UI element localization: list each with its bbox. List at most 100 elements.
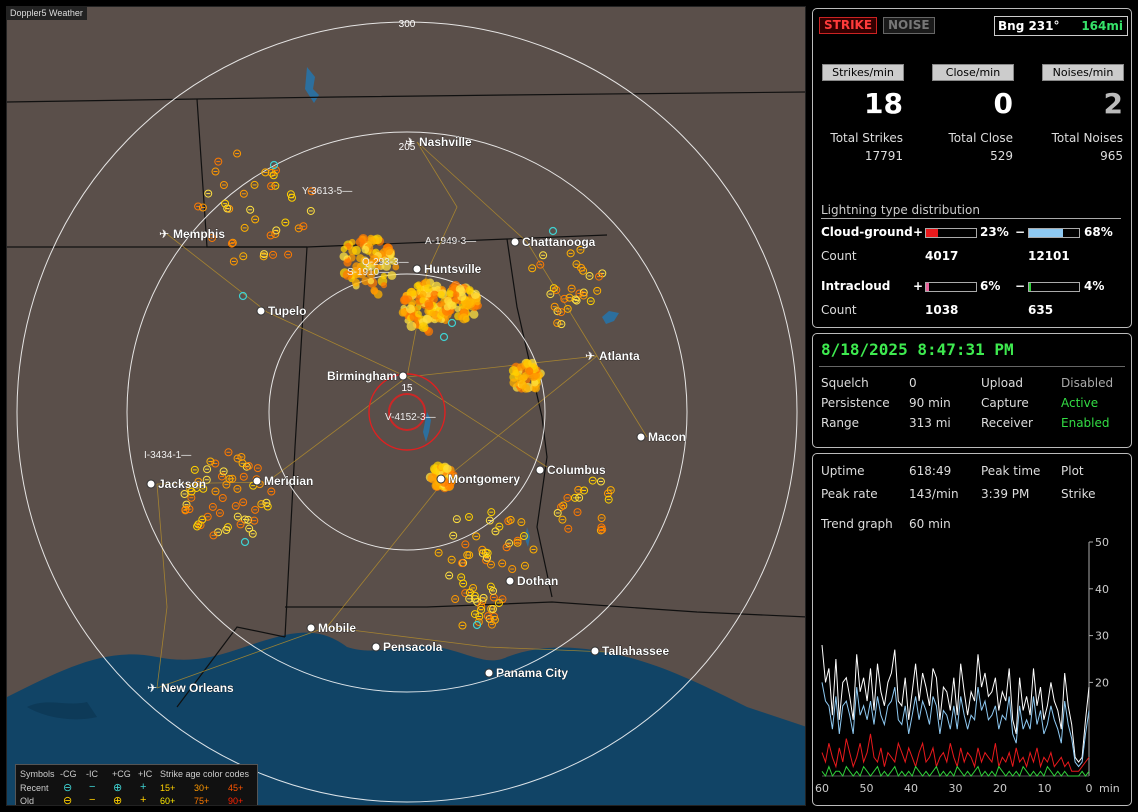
strike-marker bbox=[370, 286, 379, 295]
city-memphis: ✈ Memphis bbox=[159, 227, 226, 242]
y-tick-label: 40 bbox=[1095, 583, 1109, 596]
upload-label: Upload bbox=[981, 376, 1024, 390]
city-pensacola: Pensacola bbox=[371, 640, 443, 654]
city-new-orleans: ✈ New Orleans bbox=[147, 681, 234, 696]
cg-positive-bar bbox=[925, 228, 977, 238]
strikes-per-min-button[interactable]: Strikes/min bbox=[822, 64, 904, 81]
y-tick-label: 50 bbox=[1095, 536, 1109, 549]
city-label: Nashville bbox=[419, 135, 472, 149]
legend-age-15: 15+ bbox=[160, 783, 176, 793]
plot-label: Plot bbox=[1061, 464, 1084, 478]
ic-positive-bar bbox=[925, 282, 977, 292]
strike-marker bbox=[525, 367, 534, 376]
lightning-map[interactable]: 15 205 300 Y-3613-5— A-1949-3— Q-293-3— S-191… bbox=[6, 6, 806, 806]
cg-neg-sign: − bbox=[1015, 225, 1026, 239]
squelch-value: 0 bbox=[909, 376, 917, 390]
airport-icon: ✈ bbox=[585, 349, 595, 363]
city-label: Chattanooga bbox=[522, 235, 596, 249]
upload-value: Disabled bbox=[1061, 376, 1114, 390]
city-jackson: Jackson bbox=[146, 477, 206, 491]
city-dot bbox=[636, 432, 646, 442]
ic-negative-pct: 4% bbox=[1084, 279, 1105, 293]
strike-mode-button[interactable]: STRIKE bbox=[819, 17, 878, 34]
x-tick-label: 20 bbox=[993, 782, 1007, 795]
ic-pos-sign: + bbox=[913, 279, 924, 293]
y-tick-label: 30 bbox=[1095, 630, 1109, 643]
strike-marker bbox=[355, 237, 365, 247]
ring-label: 15 bbox=[401, 383, 413, 394]
strike-marker bbox=[380, 282, 388, 289]
x-tick-label: 40 bbox=[904, 782, 918, 795]
status-panel: 8/18/2025 8:47:31 PM Squelch 0 Upload Di… bbox=[812, 333, 1132, 448]
ic-positive-fill bbox=[926, 283, 929, 291]
capture-value: Active bbox=[1061, 396, 1099, 410]
plot-value[interactable]: Strike bbox=[1061, 487, 1096, 501]
strike-marker bbox=[419, 290, 427, 298]
divider bbox=[819, 366, 1125, 367]
noise-mode-button[interactable]: NOISE bbox=[883, 17, 935, 34]
strike-marker bbox=[351, 245, 361, 255]
legend-col-neg-cg: -CG bbox=[60, 769, 77, 779]
cg-negative-count: 12101 bbox=[1028, 249, 1070, 263]
legend-col-pos-cg: +CG bbox=[112, 769, 131, 779]
x-tick-label: 60 bbox=[815, 782, 829, 795]
city-birmingham: Birmingham bbox=[327, 369, 408, 383]
city-label: Dothan bbox=[517, 574, 558, 588]
strike-marker bbox=[406, 321, 417, 332]
city-huntsville: Huntsville bbox=[412, 262, 482, 276]
city-montgomery: Montgomery bbox=[436, 472, 521, 486]
city-label: Macon bbox=[648, 430, 686, 444]
noises-per-min-button[interactable]: Noises/min bbox=[1042, 64, 1124, 81]
squelch-label: Squelch bbox=[821, 376, 869, 390]
city-mobile: Mobile bbox=[306, 621, 357, 635]
strike-marker bbox=[429, 310, 436, 317]
city-tupelo: Tupelo bbox=[256, 304, 307, 318]
capture-label: Capture bbox=[981, 396, 1029, 410]
timestamp: 8/18/2025 8:47:31 PM bbox=[821, 340, 1014, 359]
close-per-min-value: 0 bbox=[993, 87, 1013, 120]
map-canvas[interactable]: 15205300 Y-3613-5—A-1949-3—Q-293-3—S-191… bbox=[7, 7, 806, 806]
legend-age-90: 90+ bbox=[228, 796, 244, 806]
close-per-min-button[interactable]: Close/min bbox=[932, 64, 1014, 81]
legend-col-neg-ic: -IC bbox=[86, 769, 98, 779]
strike-marker bbox=[424, 284, 433, 293]
strike-marker bbox=[240, 537, 250, 547]
city-dot bbox=[510, 237, 520, 247]
distribution-title: Lightning type distribution bbox=[821, 203, 1121, 219]
legend-symbols-label: Symbols bbox=[20, 769, 55, 779]
legend-old-pos-ic-icon: + bbox=[140, 794, 147, 806]
total-noises-label: Total Noises bbox=[1051, 131, 1123, 145]
strike-marker bbox=[458, 313, 469, 324]
legend-old-pos-cg-icon: ⊕ bbox=[113, 795, 123, 806]
ic-count-label: Count bbox=[821, 303, 857, 317]
uptime-value: 618:49 bbox=[909, 464, 952, 478]
strike-markers bbox=[180, 149, 615, 630]
city-dot bbox=[256, 306, 266, 316]
cg-pos-sign: + bbox=[913, 225, 924, 239]
storm-cell-label: A-1949-3— bbox=[425, 236, 476, 247]
strike-marker bbox=[384, 246, 394, 256]
city-label: Tupelo bbox=[268, 304, 306, 318]
bearing-readout: Bng 231° 164mi bbox=[994, 16, 1128, 36]
city-dot bbox=[371, 642, 381, 652]
legend-age-75: 75+ bbox=[194, 796, 210, 806]
strike-marker bbox=[361, 245, 370, 254]
ic-positive-count: 1038 bbox=[925, 303, 959, 317]
legend-age-45: 45+ bbox=[228, 783, 244, 793]
strike-marker bbox=[418, 322, 429, 333]
legend-pos-ic-icon: + bbox=[140, 781, 147, 793]
trend-graph: 20 30 40 50 60 50 40 30 20 10 0 min bbox=[815, 536, 1120, 795]
cg-negative-pct: 68% bbox=[1084, 225, 1113, 239]
ic-neg-sign: − bbox=[1015, 279, 1026, 293]
strike-marker bbox=[367, 277, 375, 285]
city-nashville: ✈ Nashville bbox=[405, 135, 472, 150]
strike-marker bbox=[465, 298, 476, 309]
strike-marker bbox=[439, 332, 449, 342]
storm-cell-label: V-4152-3— bbox=[385, 412, 436, 423]
city-dot bbox=[505, 576, 515, 586]
strike-stats-panel: STRIKE NOISE Bng 231° 164mi Strikes/min … bbox=[812, 8, 1132, 328]
ring-label: 300 bbox=[399, 19, 416, 30]
strike-marker bbox=[400, 295, 410, 305]
legend-pos-cg-icon: ⊕ bbox=[113, 782, 123, 794]
strike-marker bbox=[340, 245, 348, 253]
